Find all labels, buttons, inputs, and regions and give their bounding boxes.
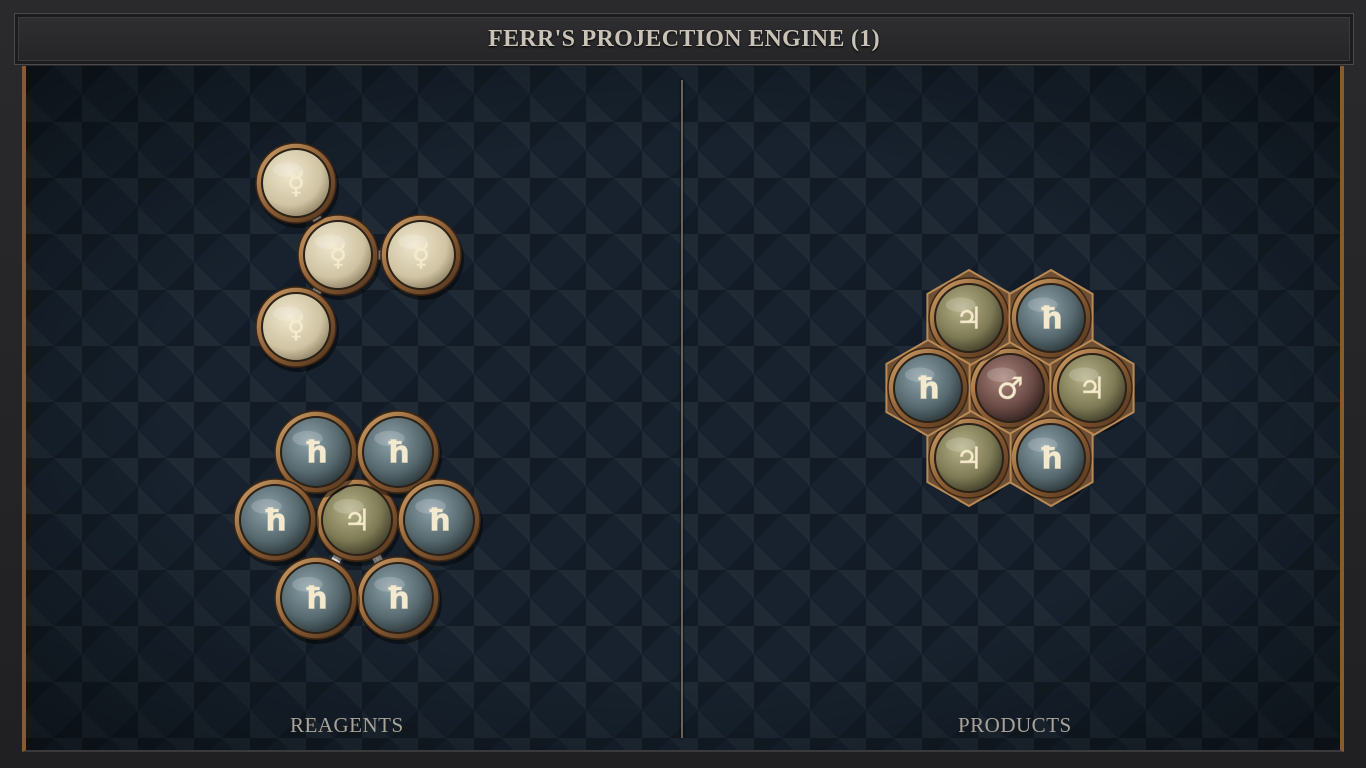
lead-symbol: ħ: [304, 436, 328, 471]
lead-symbol: ħ: [263, 504, 287, 539]
reagent-mercury-molecule[interactable]: ☿ ☿ ☿ ☿: [255, 142, 464, 372]
reagent-lead-tin-molecule[interactable]: ♃ħ ħħħħħ: [233, 410, 483, 644]
lead-atom[interactable]: ħ: [274, 556, 360, 644]
lead-symbol: ħ: [427, 504, 451, 539]
molecules-canvas: ☿☿☿☿♃ħ ħħħħħ♂♃ ħ♃ħ♃ħ: [233, 142, 1135, 644]
mercury-atom[interactable]: ☿: [380, 214, 464, 300]
lead-symbol: ħ: [916, 372, 940, 407]
lead-atom[interactable]: ħ: [356, 556, 442, 644]
iron-symbol: ♂: [997, 372, 1024, 407]
mercury-symbol: ☿: [287, 167, 305, 202]
tin-symbol: ♃: [344, 504, 371, 539]
lead-symbol: ħ: [386, 582, 410, 617]
tin-symbol: ♃: [1079, 372, 1106, 407]
lead-symbol: ħ: [386, 436, 410, 471]
lead-symbol: ħ: [1039, 442, 1063, 477]
mercury-symbol: ☿: [412, 239, 430, 274]
lead-atom[interactable]: ħ: [397, 478, 483, 566]
mercury-symbol: ☿: [287, 311, 305, 346]
lead-symbol: ħ: [304, 582, 328, 617]
mercury-atom[interactable]: ☿: [297, 214, 381, 300]
engine-window: FERR'S PROJECTION ENGINE (1) REAGENTS PR…: [0, 0, 1366, 768]
mercury-atom[interactable]: ☿: [255, 286, 339, 372]
tin-symbol: ♃: [956, 302, 983, 337]
product-iron-molecule[interactable]: ♂ ♃ ħ ♃ ħ ♃ ħ: [885, 268, 1135, 508]
lead-symbol: ħ: [1039, 302, 1063, 337]
mercury-atom[interactable]: ☿: [255, 142, 339, 228]
tin-symbol: ♃: [956, 442, 983, 477]
atoms-layer: ☿☿☿☿♃ħ ħħħħħ♂♃ ħ♃ħ♃ħ: [233, 142, 1135, 644]
mercury-symbol: ☿: [329, 239, 347, 274]
